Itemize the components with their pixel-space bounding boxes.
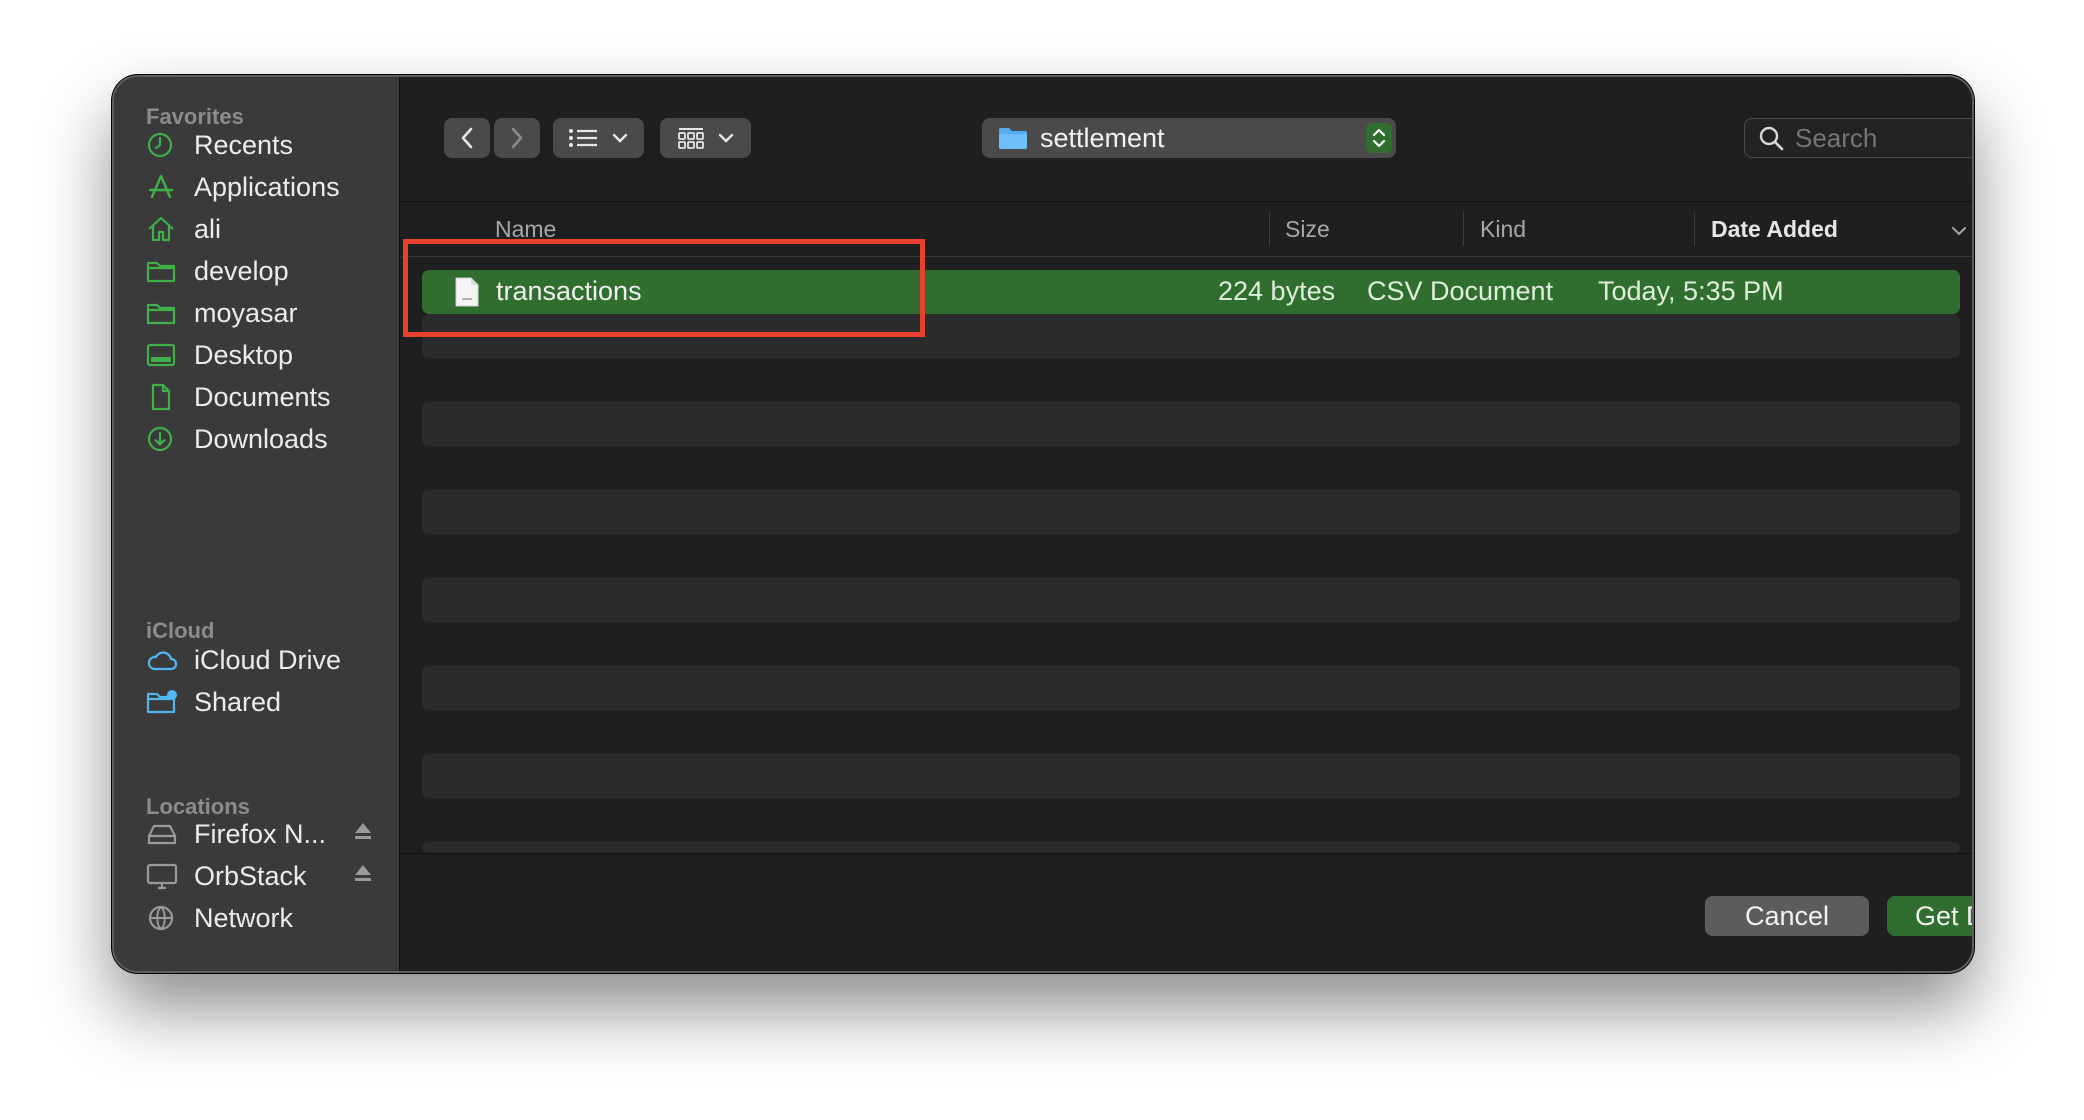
column-divider[interactable] — [1694, 212, 1695, 246]
chevron-right-icon — [511, 127, 523, 149]
sidebar-item-network[interactable]: Network — [146, 898, 386, 938]
empty-row — [422, 754, 1960, 798]
sidebar-item-develop[interactable]: develop — [146, 251, 386, 291]
drive-icon — [146, 819, 178, 849]
sidebar-item-label: Shared — [194, 686, 282, 717]
sidebar-item-firefox[interactable]: Firefox N... — [146, 814, 386, 854]
back-button[interactable] — [444, 118, 490, 158]
file-browser: settlement Name Size Kind Date Added tr — [401, 77, 1972, 971]
download-icon — [146, 424, 178, 454]
empty-row — [422, 666, 1960, 710]
clock-icon — [146, 130, 178, 160]
column-divider[interactable] — [1463, 212, 1464, 246]
eject-icon[interactable] — [352, 820, 374, 847]
sidebar-item-label: Recents — [194, 129, 294, 160]
empty-row — [422, 402, 1960, 446]
sort-chevron-icon[interactable] — [1949, 224, 1969, 238]
sidebar-item-label: Applications — [194, 171, 340, 202]
sidebar-item-label: Documents — [194, 381, 331, 412]
column-header-size[interactable]: Size — [1285, 216, 1330, 243]
document-icon — [146, 382, 178, 412]
sidebar-item-label: Network — [194, 902, 294, 933]
search-field[interactable] — [1744, 118, 1972, 158]
column-header-date-added[interactable]: Date Added — [1711, 216, 1838, 243]
sidebar-item-recents[interactable]: Recents — [146, 125, 386, 165]
chevron-left-icon — [461, 127, 473, 149]
sidebar-item-label: Desktop — [194, 339, 294, 370]
globe-icon — [146, 903, 178, 933]
view-options-button[interactable] — [553, 118, 644, 158]
column-divider[interactable] — [1269, 212, 1270, 246]
up-down-arrows-icon — [1366, 123, 1392, 153]
sidebar-item-label: iCloud Drive — [194, 644, 342, 675]
file-open-dialog: Favorites Recents Applications ali devel… — [112, 75, 1974, 973]
grid-view-icon — [677, 128, 704, 149]
sidebar-item-label: Firefox N... — [194, 818, 327, 849]
sidebar-item-applications[interactable]: Applications — [146, 167, 386, 207]
sidebar-item-desktop[interactable]: Desktop — [146, 335, 386, 375]
sidebar-item-icloud-drive[interactable]: iCloud Drive — [146, 640, 386, 680]
highlight-annotation — [403, 239, 925, 337]
home-icon — [146, 214, 178, 244]
column-header-kind[interactable]: Kind — [1480, 216, 1526, 243]
monitor-icon — [146, 861, 178, 891]
file-size: 224 bytes — [1218, 276, 1336, 306]
sidebar-item-shared[interactable]: Shared — [146, 682, 386, 722]
file-date-added: Today, 5:35 PM — [1598, 276, 1784, 306]
footer-divider — [401, 853, 1972, 854]
chevron-down-icon — [612, 133, 627, 143]
eject-icon[interactable] — [352, 862, 374, 889]
empty-row — [422, 842, 1960, 853]
group-options-button[interactable] — [660, 118, 751, 158]
sidebar-item-label: Downloads — [194, 423, 328, 454]
folder-icon — [146, 298, 178, 328]
empty-row — [422, 578, 1960, 622]
list-view-icon — [568, 129, 597, 147]
sidebar-item-orbstack[interactable]: OrbStack — [146, 856, 386, 896]
cancel-button[interactable]: Cancel — [1705, 896, 1869, 936]
folder-icon — [999, 128, 1027, 149]
desktop-icon — [146, 340, 178, 370]
get-data-button[interactable]: Get Data — [1887, 896, 1972, 936]
sidebar-item-downloads[interactable]: Downloads — [146, 419, 386, 459]
cloud-icon — [146, 645, 178, 675]
sidebar-item-label: ali — [194, 213, 222, 244]
sidebar-item-label: moyasar — [194, 297, 298, 328]
applications-icon — [146, 172, 178, 202]
file-kind: CSV Document — [1367, 276, 1554, 306]
forward-button[interactable] — [494, 118, 540, 158]
empty-row — [422, 490, 1960, 534]
current-folder-label: settlement — [1040, 122, 1165, 153]
folder-icon — [146, 256, 178, 286]
sidebar-item-ali[interactable]: ali — [146, 209, 386, 249]
shared-folder-icon — [146, 687, 178, 717]
sidebar-item-label: OrbStack — [194, 860, 307, 891]
search-input[interactable] — [1795, 122, 1972, 154]
sidebar-item-documents[interactable]: Documents — [146, 377, 386, 417]
sidebar-item-moyasar[interactable]: moyasar — [146, 293, 386, 333]
sidebar-item-label: develop — [194, 255, 289, 286]
folder-path-popup[interactable]: settlement — [982, 118, 1396, 158]
chevron-down-icon — [718, 133, 733, 143]
search-icon — [1759, 126, 1784, 151]
sidebar: Favorites Recents Applications ali devel… — [114, 77, 400, 971]
